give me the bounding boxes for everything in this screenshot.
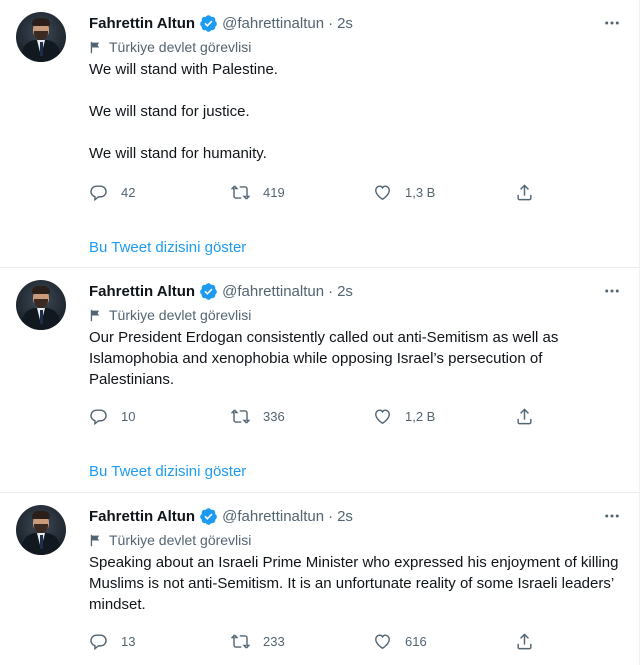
tweet-actions: 42 419 1,3 B bbox=[89, 182, 623, 202]
share-icon bbox=[517, 183, 532, 200]
tweet-paragraph: We will stand for humanity. bbox=[89, 145, 267, 162]
retweet-icon bbox=[231, 409, 250, 423]
label-text: Türkiye devlet görevlisi bbox=[109, 307, 252, 323]
reply-icon bbox=[90, 408, 107, 425]
verified-badge-icon bbox=[200, 507, 217, 525]
tweet[interactable]: Fahrettin Altun @fahrettinaltun · 2s Tür… bbox=[0, 492, 639, 665]
tweet-content: Fahrettin Altun @fahrettinaltun · 2s Tür… bbox=[89, 280, 623, 492]
tweet-content: Fahrettin Altun @fahrettinaltun · 2s Tür… bbox=[89, 12, 623, 267]
verified-badge-icon bbox=[200, 282, 217, 300]
tweet-feed: Fahrettin Altun @fahrettinaltun · 2s Tür… bbox=[0, 0, 640, 665]
tweet-paragraph: Our President Erdogan consistently calle… bbox=[89, 329, 559, 388]
author-name[interactable]: Fahrettin Altun bbox=[89, 508, 195, 525]
author-name[interactable]: Fahrettin Altun bbox=[89, 15, 195, 32]
share-icon bbox=[517, 632, 532, 649]
show-thread-link[interactable]: Bu Tweet dizisini göster bbox=[89, 239, 623, 259]
retweet-count: 233 bbox=[263, 633, 285, 649]
tweet[interactable]: Fahrettin Altun @fahrettinaltun · 2s Tür… bbox=[0, 267, 639, 492]
retweet-icon bbox=[231, 634, 250, 648]
share-button[interactable] bbox=[515, 632, 534, 651]
flag-icon bbox=[90, 309, 100, 321]
share-button[interactable] bbox=[515, 183, 534, 202]
reply-icon bbox=[90, 633, 107, 650]
author-name[interactable]: Fahrettin Altun bbox=[89, 283, 195, 300]
tweet-actions: 13 233 616 bbox=[89, 631, 623, 651]
share-icon bbox=[517, 407, 532, 424]
like-count: 1,2 B bbox=[405, 408, 436, 424]
show-thread-link[interactable]: Bu Tweet dizisini göster bbox=[89, 463, 623, 483]
avatar[interactable] bbox=[16, 12, 66, 62]
label-text: Türkiye devlet görevlisi bbox=[109, 39, 252, 55]
reply-count: 10 bbox=[121, 408, 136, 424]
reply-count: 42 bbox=[121, 184, 136, 200]
share-button[interactable] bbox=[515, 407, 534, 426]
tweet-text: Speaking about an Israeli Prime Minister… bbox=[89, 552, 623, 615]
like-button[interactable]: 1,2 B bbox=[373, 407, 515, 426]
more-icon[interactable] bbox=[601, 280, 623, 302]
like-icon bbox=[375, 408, 390, 424]
avatar[interactable] bbox=[16, 280, 66, 330]
retweet-button[interactable]: 233 bbox=[231, 632, 373, 651]
author-handle[interactable]: @fahrettinaltun bbox=[222, 508, 324, 525]
government-label[interactable]: Türkiye devlet görevlisi bbox=[89, 530, 623, 550]
tweet-paragraph: We will stand for justice. bbox=[89, 103, 250, 120]
government-label[interactable]: Türkiye devlet görevlisi bbox=[89, 37, 623, 57]
tweet-header: Fahrettin Altun @fahrettinaltun · 2s bbox=[89, 505, 623, 527]
tweet-header: Fahrettin Altun @fahrettinaltun · 2s bbox=[89, 12, 623, 34]
tweet-paragraph: We will stand with Palestine. bbox=[89, 61, 278, 78]
like-button[interactable]: 1,3 B bbox=[373, 183, 515, 202]
tweet-header: Fahrettin Altun @fahrettinaltun · 2s bbox=[89, 280, 623, 302]
like-button[interactable]: 616 bbox=[373, 632, 515, 651]
reply-count: 13 bbox=[121, 633, 136, 649]
more-icon[interactable] bbox=[601, 12, 623, 34]
author-handle[interactable]: @fahrettinaltun bbox=[222, 283, 324, 300]
author-handle[interactable]: @fahrettinaltun bbox=[222, 15, 324, 32]
reply-button[interactable]: 10 bbox=[89, 407, 231, 426]
flag-icon bbox=[90, 41, 100, 53]
retweet-button[interactable]: 419 bbox=[231, 183, 373, 202]
tweet-time[interactable]: 2s bbox=[337, 283, 353, 300]
retweet-count: 336 bbox=[263, 408, 285, 424]
like-count: 1,3 B bbox=[405, 184, 436, 200]
separator-dot: · bbox=[328, 14, 334, 32]
like-icon bbox=[375, 633, 390, 649]
label-text: Türkiye devlet görevlisi bbox=[109, 532, 252, 548]
tweet[interactable]: Fahrettin Altun @fahrettinaltun · 2s Tür… bbox=[0, 0, 639, 267]
more-icon[interactable] bbox=[601, 505, 623, 527]
reply-icon bbox=[90, 184, 107, 201]
tweet-actions: 10 336 1,2 B bbox=[89, 406, 623, 426]
retweet-count: 419 bbox=[263, 184, 285, 200]
tweet-paragraph: Speaking about an Israeli Prime Minister… bbox=[89, 554, 619, 613]
separator-dot: · bbox=[328, 507, 334, 525]
separator-dot: · bbox=[328, 282, 334, 300]
like-icon bbox=[375, 184, 390, 200]
tweet-text: Our President Erdogan consistently calle… bbox=[89, 327, 623, 390]
reply-button[interactable]: 13 bbox=[89, 632, 231, 651]
tweet-text: We will stand with Palestine. We will st… bbox=[89, 59, 623, 164]
tweet-time[interactable]: 2s bbox=[337, 508, 353, 525]
retweet-button[interactable]: 336 bbox=[231, 407, 373, 426]
government-label[interactable]: Türkiye devlet görevlisi bbox=[89, 305, 623, 325]
verified-badge-icon bbox=[200, 14, 217, 32]
like-count: 616 bbox=[405, 633, 427, 649]
avatar[interactable] bbox=[16, 505, 66, 555]
reply-button[interactable]: 42 bbox=[89, 183, 231, 202]
flag-icon bbox=[90, 534, 100, 546]
tweet-time[interactable]: 2s bbox=[337, 15, 353, 32]
tweet-content: Fahrettin Altun @fahrettinaltun · 2s Tür… bbox=[89, 505, 623, 665]
retweet-icon bbox=[231, 185, 250, 199]
